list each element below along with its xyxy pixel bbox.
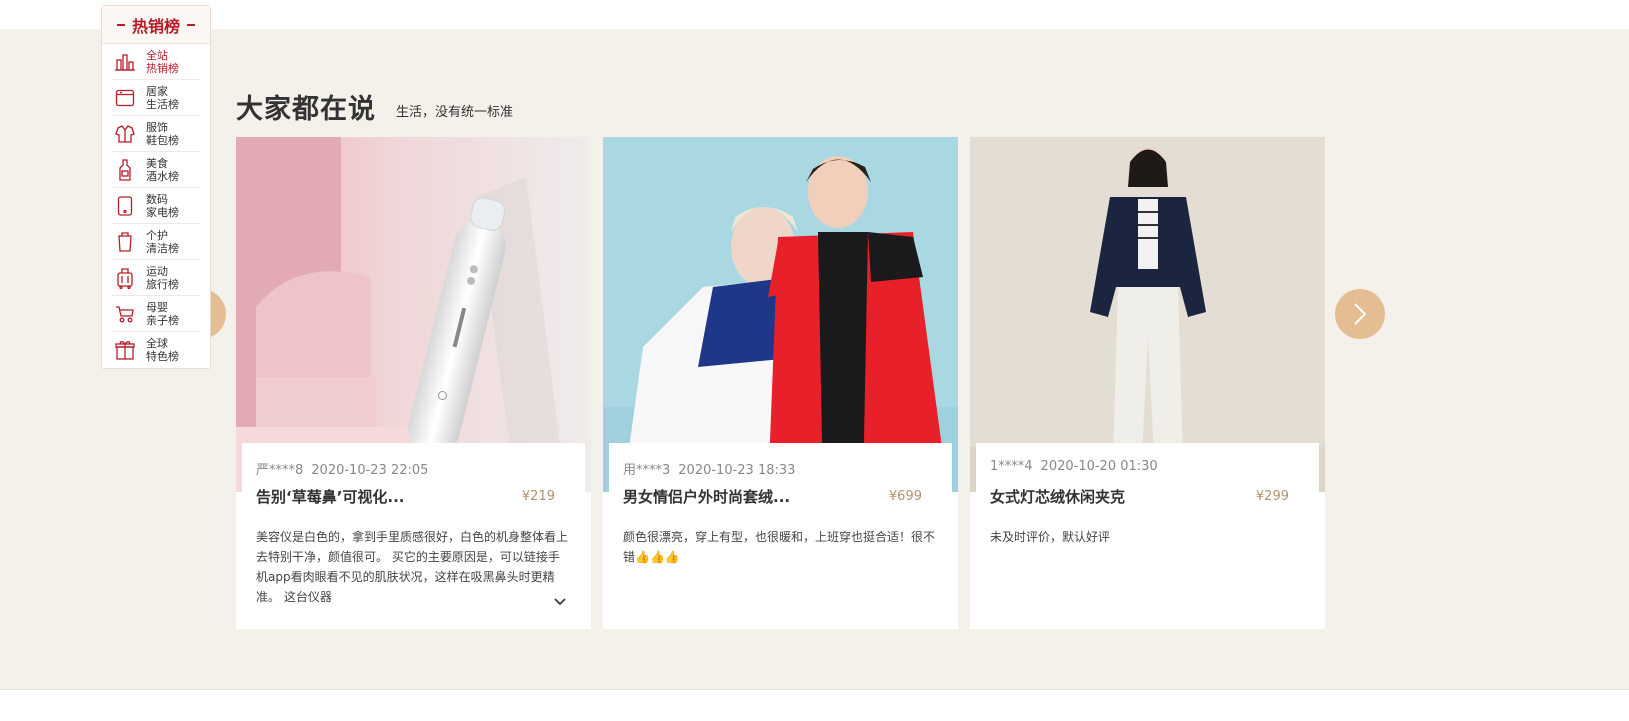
ranking-item-label: 美食 酒水榜 bbox=[146, 156, 179, 183]
couple-jackets-photo bbox=[603, 137, 958, 492]
chevron-right-icon bbox=[1354, 303, 1367, 325]
review-info: 1****4 2020-10-20 01:30 女式灯芯绒休闲夹克 ¥299 未及… bbox=[976, 443, 1319, 629]
review-card[interactable]: 严****8 2020-10-23 22:05 告别‘草莓鼻’可视化... ¥21… bbox=[236, 137, 591, 629]
reviewer-name: 用****3 bbox=[623, 463, 671, 478]
product-price: ¥699 bbox=[888, 488, 922, 504]
luggage-icon bbox=[112, 267, 138, 289]
review-time: 2020-10-20 01:30 bbox=[1040, 459, 1158, 474]
title-row: 告别‘草莓鼻’可视化... ¥219 bbox=[256, 485, 571, 507]
dash-right bbox=[187, 23, 195, 26]
review-card[interactable]: 用****3 2020-10-23 18:33 男女情侣户外时尚套绒... ¥69… bbox=[603, 137, 958, 629]
ranking-item-label: 数码 家电榜 bbox=[146, 192, 179, 219]
ranking-item-label: 服饰 鞋包榜 bbox=[146, 120, 179, 147]
review-info: 用****3 2020-10-23 18:33 男女情侣户外时尚套绒... ¥69… bbox=[609, 443, 952, 629]
gift-icon bbox=[112, 339, 138, 361]
pore-vacuum-device-photo bbox=[236, 137, 591, 492]
ranking-item-label: 母婴 亲子榜 bbox=[146, 300, 179, 327]
review-time: 2020-10-23 22:05 bbox=[311, 463, 429, 478]
dash-left bbox=[116, 23, 125, 26]
product-price: ¥219 bbox=[521, 488, 555, 504]
ranking-sidebar: 热销榜 全站 热销榜 居家 生活榜 服饰 鞋包榜 美食 酒水榜 数码 家电榜 个… bbox=[101, 5, 211, 369]
review-card[interactable]: 1****4 2020-10-20 01:30 女式灯芯绒休闲夹克 ¥299 未及… bbox=[970, 137, 1325, 629]
stroller-icon bbox=[112, 303, 138, 325]
ranking-item-care[interactable]: 个护 清洁榜 bbox=[112, 224, 200, 260]
chevron-down-icon[interactable] bbox=[553, 597, 567, 607]
review-info: 严****8 2020-10-23 22:05 告别‘草莓鼻’可视化... ¥21… bbox=[242, 443, 585, 629]
ranking-item-label: 运动 旅行榜 bbox=[146, 264, 179, 291]
carousel-next-button[interactable] bbox=[1335, 289, 1385, 339]
review-text: 颜色很漂亮，穿上有型，也很暖和，上班穿也挺合适！很不错👍👍👍 bbox=[623, 530, 936, 564]
product-title[interactable]: 告别‘草莓鼻’可视化... bbox=[256, 486, 405, 507]
ranking-item-label: 个护 清洁榜 bbox=[146, 228, 179, 255]
ranking-item-label: 全站 热销榜 bbox=[146, 48, 179, 75]
corduroy-jacket-photo bbox=[970, 137, 1325, 492]
ranking-item-label: 全球 特色榜 bbox=[146, 337, 179, 363]
bottle-icon bbox=[112, 158, 138, 181]
ranking-header: 热销榜 bbox=[102, 6, 210, 44]
section-title: 大家都在说 bbox=[236, 94, 376, 125]
personal-care-icon bbox=[112, 231, 138, 253]
review-text: 未及时评价，默认好评 bbox=[990, 530, 1111, 544]
ranking-item-baby[interactable]: 母婴 亲子榜 bbox=[112, 296, 200, 332]
review-meta: 用****3 2020-10-23 18:33 bbox=[623, 459, 938, 479]
review-time: 2020-10-23 18:33 bbox=[678, 463, 796, 478]
product-price: ¥299 bbox=[1255, 488, 1289, 504]
ranking-item-all[interactable]: 全站 热销榜 bbox=[112, 44, 200, 80]
section-subtitle: 生活，没有统一标准 bbox=[396, 105, 514, 120]
review-text: 美容仪是白色的，拿到手里质感很好，白色的机身整体看上去特别干净，颜值很可。 买它… bbox=[256, 530, 569, 604]
product-title[interactable]: 女式灯芯绒休闲夹克 bbox=[990, 486, 1125, 507]
bar-chart-icon bbox=[112, 51, 138, 73]
ranking-item-label: 居家 生活榜 bbox=[146, 84, 179, 111]
device-icon bbox=[112, 195, 138, 217]
section-divider bbox=[0, 689, 1629, 690]
reviewer-name: 1****4 bbox=[990, 459, 1033, 474]
title-row: 男女情侣户外时尚套绒... ¥699 bbox=[623, 485, 938, 507]
ranking-item-clothing[interactable]: 服饰 鞋包榜 bbox=[112, 116, 200, 152]
product-title[interactable]: 男女情侣户外时尚套绒... bbox=[623, 486, 790, 507]
review-meta: 严****8 2020-10-23 22:05 bbox=[256, 459, 571, 479]
ranking-title: 热销榜 bbox=[131, 16, 180, 36]
top-strip bbox=[0, 0, 1629, 29]
review-meta: 1****4 2020-10-20 01:30 bbox=[990, 459, 1305, 479]
reviewer-name: 严****8 bbox=[256, 463, 304, 478]
ranking-item-digital[interactable]: 数码 家电榜 bbox=[112, 188, 200, 224]
clothing-icon bbox=[112, 123, 138, 145]
ranking-item-sports[interactable]: 运动 旅行榜 bbox=[112, 260, 200, 296]
ranking-item-home[interactable]: 居家 生活榜 bbox=[112, 80, 200, 116]
title-row: 女式灯芯绒休闲夹克 ¥299 bbox=[990, 485, 1305, 507]
ranking-item-global[interactable]: 全球 特色榜 bbox=[112, 332, 200, 368]
ranking-item-food[interactable]: 美食 酒水榜 bbox=[112, 152, 200, 188]
home-appliance-icon bbox=[112, 87, 138, 109]
